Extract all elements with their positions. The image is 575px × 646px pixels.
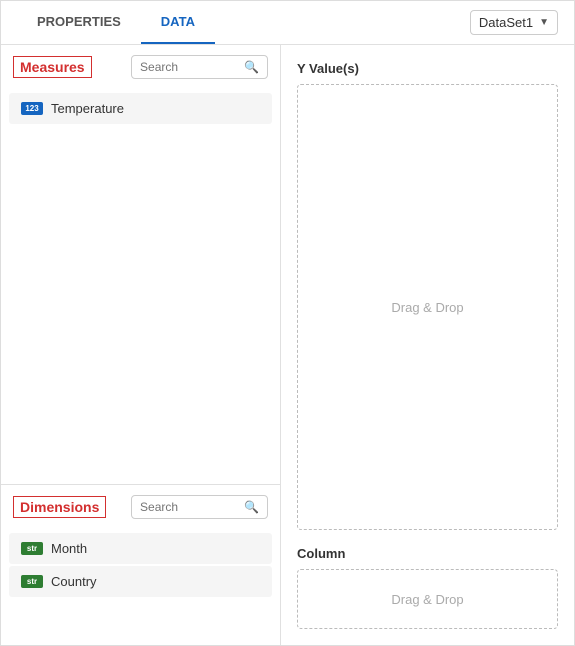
chevron-down-icon: ▼ xyxy=(539,17,549,28)
right-panel: Y Value(s) Drag & Drop Column Drag & Dro… xyxy=(281,45,574,645)
type-badge-123: 123 xyxy=(21,102,43,115)
dimensions-item-name-month: Month xyxy=(51,541,87,556)
measures-label: Measures xyxy=(13,56,92,78)
dimensions-item-name-country: Country xyxy=(51,574,97,589)
column-label: Column xyxy=(297,546,558,561)
header: PROPERTIES DATA DataSet1 ▼ xyxy=(1,1,574,45)
dimensions-search-box[interactable]: 🔍 xyxy=(131,495,268,519)
dataset-label: DataSet1 xyxy=(479,15,533,30)
main-container: PROPERTIES DATA DataSet1 ▼ Measures 🔍 xyxy=(0,0,575,646)
measures-search-icon: 🔍 xyxy=(244,60,259,74)
measures-search-input[interactable] xyxy=(140,60,240,74)
dimensions-search-input[interactable] xyxy=(140,500,240,514)
tab-data[interactable]: DATA xyxy=(141,1,215,44)
dimensions-list: str Month str Country xyxy=(1,527,280,645)
measures-item-name: Temperature xyxy=(51,101,124,116)
type-badge-str-month: str xyxy=(21,542,43,555)
measures-search-box[interactable]: 🔍 xyxy=(131,55,268,79)
y-values-drop-zone[interactable]: Drag & Drop xyxy=(297,84,558,530)
y-values-section: Y Value(s) Drag & Drop xyxy=(297,61,558,530)
left-panel: Measures 🔍 123 Temperature Dimensions xyxy=(1,45,281,645)
tabs: PROPERTIES DATA xyxy=(17,1,215,44)
column-section: Column Drag & Drop xyxy=(297,546,558,629)
measures-header: Measures 🔍 xyxy=(1,45,280,87)
main-content: Measures 🔍 123 Temperature Dimensions xyxy=(1,45,574,645)
dimensions-search-icon: 🔍 xyxy=(244,500,259,514)
dimensions-section: Dimensions 🔍 str Month str Country xyxy=(1,485,280,645)
dimensions-item-month[interactable]: str Month xyxy=(9,533,272,564)
y-values-label: Y Value(s) xyxy=(297,61,558,76)
dimensions-header: Dimensions 🔍 xyxy=(1,485,280,527)
measures-section: Measures 🔍 123 Temperature xyxy=(1,45,280,485)
tab-properties[interactable]: PROPERTIES xyxy=(17,1,141,44)
measures-item-temperature[interactable]: 123 Temperature xyxy=(9,93,272,124)
type-badge-str-country: str xyxy=(21,575,43,588)
dimensions-item-country[interactable]: str Country xyxy=(9,566,272,597)
dataset-dropdown[interactable]: DataSet1 ▼ xyxy=(470,10,558,35)
measures-list: 123 Temperature xyxy=(1,87,280,484)
column-drop-zone[interactable]: Drag & Drop xyxy=(297,569,558,629)
dimensions-label: Dimensions xyxy=(13,496,106,518)
